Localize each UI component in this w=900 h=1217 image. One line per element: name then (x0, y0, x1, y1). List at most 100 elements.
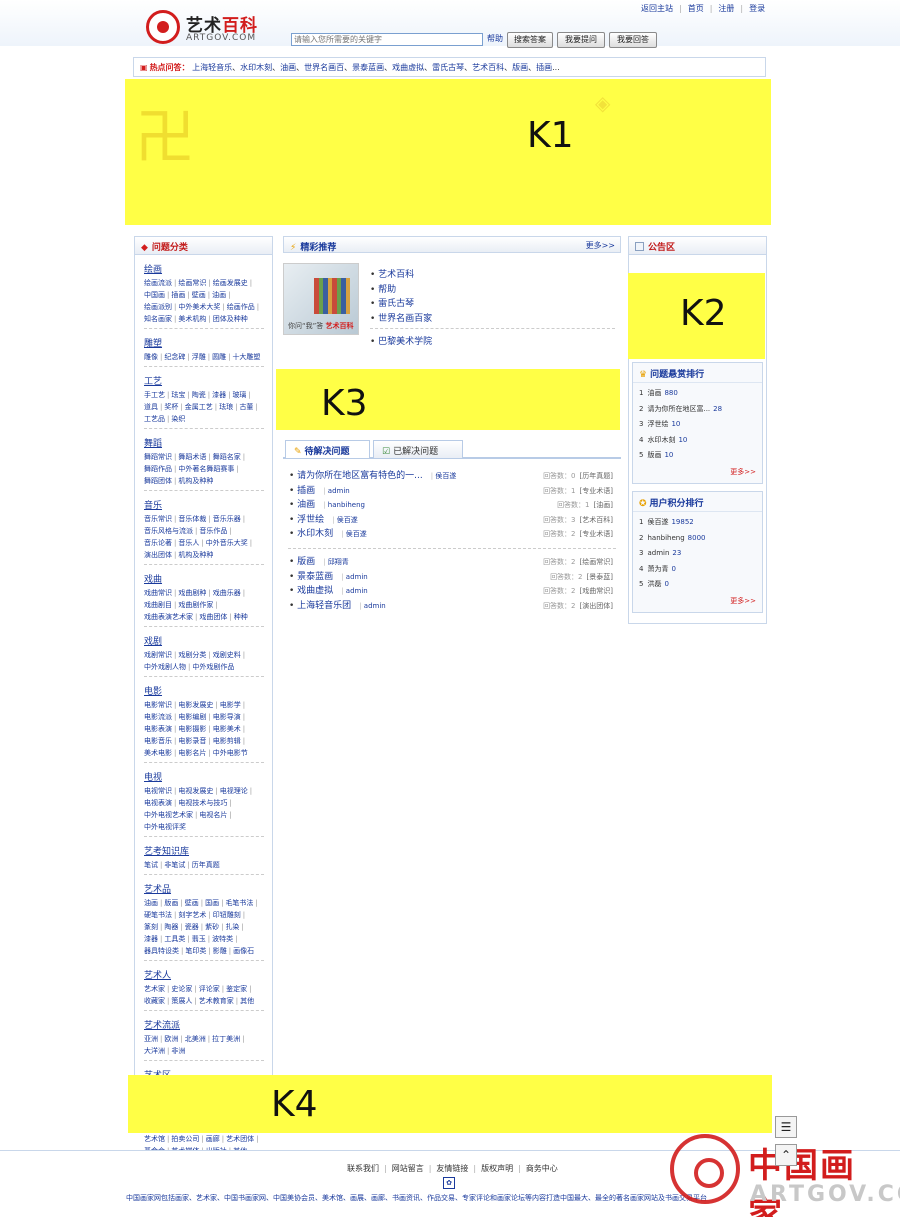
category-title[interactable]: 音乐 (144, 498, 264, 511)
back-to-top-icon[interactable]: ⌃ (775, 1144, 797, 1166)
link-register[interactable]: 注册 (718, 4, 734, 13)
question-category[interactable]: [历年真题] (580, 472, 613, 480)
question-user[interactable]: admin (323, 487, 350, 495)
category-item-link[interactable]: 工具类 (164, 935, 185, 943)
hot-topic-link[interactable]: 水印木刻 (240, 63, 272, 72)
category-item-link[interactable]: 拉丁美洲 (212, 1035, 240, 1043)
category-item-link[interactable]: 笔试 (144, 861, 158, 869)
question-user[interactable]: admin (359, 602, 386, 610)
category-item-link[interactable]: 瓷器 (185, 923, 199, 931)
footer-link[interactable]: 商务中心 (526, 1164, 558, 1173)
category-item-link[interactable]: 历年真题 (192, 861, 220, 869)
category-item-link[interactable]: 艺术教育家 (199, 997, 234, 1005)
category-title[interactable]: 艺考知识库 (144, 844, 264, 857)
category-item-link[interactable]: 中国画 (144, 291, 165, 299)
category-item-link[interactable]: 北美洲 (185, 1035, 206, 1043)
category-item-link[interactable]: 中外音乐大奖 (206, 539, 248, 547)
question-user[interactable]: admin (341, 587, 368, 595)
question-title-text[interactable]: 戏曲虚拟 (297, 586, 333, 596)
category-title[interactable]: 艺术流派 (144, 1018, 264, 1031)
hot-topic-link[interactable]: 世界名画百 (304, 63, 344, 72)
category-item-link[interactable]: 艺术团体 (226, 1135, 254, 1143)
category-item-link[interactable]: 电影音乐 (144, 737, 172, 745)
category-item-link[interactable]: 电影流派 (144, 713, 172, 721)
category-item-link[interactable]: 壁画 (192, 291, 206, 299)
category-item-link[interactable]: 篆刻 (144, 923, 158, 931)
category-item-link[interactable]: 纪念碑 (164, 353, 185, 361)
category-item-link[interactable]: 非洲 (171, 1047, 185, 1055)
question-category[interactable]: [专业术语] (580, 530, 613, 538)
category-title[interactable]: 电视 (144, 770, 264, 783)
category-item-link[interactable]: 大洋洲 (144, 1047, 165, 1055)
category-item-link[interactable]: 欧洲 (164, 1035, 178, 1043)
ranking-row[interactable]: 3 admin 23 (639, 546, 756, 562)
category-item-link[interactable]: 电影发展史 (178, 701, 213, 709)
bounty-more-link[interactable]: 更多>> (633, 467, 762, 480)
category-item-link[interactable]: 其他 (240, 997, 254, 1005)
category-item-link[interactable]: 艺术馆 (144, 1135, 165, 1143)
category-item-link[interactable]: 电视表演 (144, 799, 172, 807)
question-row[interactable]: 请为你所在地区富有特色的一... 侯百遂 回答数：0 [历年真题] (283, 469, 619, 484)
question-user[interactable]: 侯百遂 (341, 530, 367, 538)
featured-link[interactable]: 艺术百科 (370, 268, 432, 283)
category-item-link[interactable]: 电视技术与技巧 (178, 799, 227, 807)
category-item-link[interactable]: 策展人 (171, 997, 192, 1005)
tab-pending[interactable]: ✎ 待解决问题 (285, 440, 370, 458)
category-item-link[interactable]: 电影学 (220, 701, 241, 709)
category-item-link[interactable]: 染织 (171, 415, 185, 423)
category-item-link[interactable]: 圆雕 (212, 353, 226, 361)
category-item-link[interactable]: 电影编剧 (178, 713, 206, 721)
category-item-link[interactable]: 玻璃 (232, 391, 246, 399)
category-item-link[interactable]: 戏剧史料 (213, 651, 241, 659)
rank-name[interactable]: 请为你所在地区富... (647, 405, 710, 413)
category-item-link[interactable]: 油画 (212, 291, 226, 299)
category-item-link[interactable]: 电影常识 (144, 701, 172, 709)
question-row[interactable]: 版画邱翔青 回答数：2 [绘画常识] (283, 555, 619, 570)
question-category[interactable]: [专业术语] (580, 487, 613, 495)
link-home[interactable]: 首页 (688, 4, 704, 13)
featured-link[interactable]: 巴黎美术学院 (370, 334, 432, 347)
search-answers-button[interactable]: 搜索答案 (507, 32, 553, 48)
category-item-link[interactable]: 画廊 (206, 1135, 220, 1143)
category-item-link[interactable]: 机构及种种 (178, 477, 213, 485)
category-title[interactable]: 艺术品 (144, 882, 264, 895)
rank-name[interactable]: 水印木刻 (647, 436, 675, 444)
category-item-link[interactable]: 中外电视艺术家 (144, 811, 193, 819)
category-item-link[interactable]: 硬笔书法 (144, 911, 172, 919)
help-link[interactable]: 帮助 (487, 33, 503, 44)
site-logo[interactable]: 艺术百科 ARTGOV.COM (146, 10, 276, 46)
category-title[interactable]: 工艺 (144, 374, 264, 387)
question-category[interactable]: [油画] (594, 501, 613, 509)
question-title[interactable]: 插画 admin (289, 484, 350, 499)
category-item-link[interactable]: 绘画常识 (178, 279, 206, 287)
question-title-text[interactable]: 水印木刻 (297, 529, 333, 539)
category-item-link[interactable]: 工艺品 (144, 415, 165, 423)
question-row[interactable]: 油画 hanbiheng 回答数：1 [油画] (283, 498, 619, 513)
question-category[interactable]: [戏曲常识] (580, 587, 613, 595)
question-title[interactable]: 景泰蓝画 admin (289, 570, 368, 585)
category-item-link[interactable]: 紫砂 (205, 923, 219, 931)
category-item-link[interactable]: 史论家 (171, 985, 192, 993)
link-login[interactable]: 登录 (749, 4, 765, 13)
question-user[interactable]: 侯百遂 (332, 516, 358, 524)
hot-topic-link[interactable]: 戏曲虚拟 (392, 63, 424, 72)
rank-name[interactable]: 浮世绘 (647, 420, 668, 428)
category-item-link[interactable]: 十大雕塑 (232, 353, 260, 361)
category-item-link[interactable]: 戏曲乐器 (213, 589, 241, 597)
rank-name[interactable]: admin (647, 549, 669, 557)
question-row[interactable]: 戏曲虚拟 admin 回答数：2 [戏曲常识] (283, 584, 619, 599)
category-item-link[interactable]: 音乐人 (178, 539, 199, 547)
category-item-link[interactable]: 收藏家 (144, 997, 165, 1005)
question-title[interactable]: 上海轻音乐团 admin (289, 599, 386, 614)
category-title[interactable]: 戏曲 (144, 572, 264, 585)
question-title-text[interactable]: 景泰蓝画 (297, 572, 333, 582)
category-item-link[interactable]: 陶器 (164, 923, 178, 931)
question-title[interactable]: 请为你所在地区富有特色的一... 侯百遂 (289, 469, 456, 484)
tab-resolved[interactable]: ☑ 已解决问题 (373, 440, 463, 458)
category-item-link[interactable]: 美术电影 (144, 749, 172, 757)
category-item-link[interactable]: 鉴定家 (226, 985, 247, 993)
category-item-link[interactable]: 珐宝 (171, 391, 185, 399)
category-item-link[interactable]: 戏剧常识 (144, 651, 172, 659)
category-item-link[interactable]: 团体及种种 (213, 315, 248, 323)
category-title[interactable]: 绘画 (144, 262, 264, 275)
